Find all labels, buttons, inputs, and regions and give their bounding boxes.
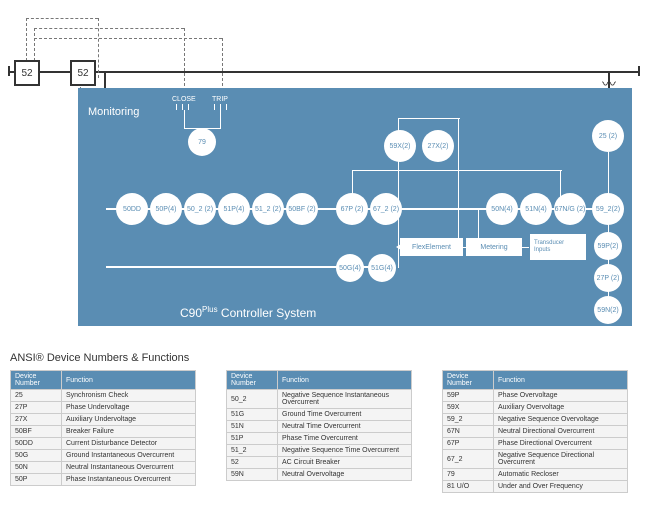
ansi-table-1: Device NumberFunction 25Synchronism Chec… [10,370,196,486]
arrow-left-icon [396,244,401,250]
node-79: 79 [188,128,216,156]
node-51-2: 51_2 (2) [252,193,284,225]
node-50-2: 50_2 (2) [184,193,216,225]
node-51n: 51N(4) [520,193,552,225]
system-name: C90Plus Controller System [180,305,316,320]
breaker-52-right: 52 [70,60,96,86]
node-50n: 50N(4) [486,193,518,225]
node-51g: 51G(4) [368,254,396,282]
trip-label: TRIP [212,96,228,103]
diagram-canvas: 52 52 ⏚ 〰 〰 Monitoring C90Plus Controlle… [0,0,648,505]
node-51p: 51P(4) [218,193,250,225]
node-67p: 67P (2) [336,193,368,225]
metering-box: Metering [466,238,522,256]
node-25: 25 (2) [592,120,624,152]
node-59-2: 59_2(2) [592,193,624,225]
node-50g: 50G(4) [336,254,364,282]
node-27p: 27P (2) [594,264,622,292]
node-50p: 50P(4) [150,193,182,225]
flexelement-box: FlexElement [400,238,463,256]
bus-line [8,71,640,73]
transducer-box: Transducer Inputs [530,234,586,260]
tables-title: ANSI® Device Numbers & Functions [10,352,189,364]
breaker-52-left: 52 [14,60,40,86]
node-59p: 59P(2) [594,232,622,260]
node-67ng: 67N/G (2) [554,193,586,225]
node-27x: 27X(2) [422,130,454,162]
node-50bf: 50BF (2) [286,193,318,225]
ansi-table-3: Device NumberFunction 59PPhase Overvolta… [442,370,628,493]
node-59n: 59N(2) [594,296,622,324]
monitoring-label: Monitoring [88,106,139,118]
ansi-table-2: Device NumberFunction 50_2Negative Seque… [226,370,412,481]
close-label: CLOSE [172,96,196,103]
node-67-2: 67_2 (2) [370,193,402,225]
node-59x: 59X(2) [384,130,416,162]
node-50dd: 50DD [116,193,148,225]
